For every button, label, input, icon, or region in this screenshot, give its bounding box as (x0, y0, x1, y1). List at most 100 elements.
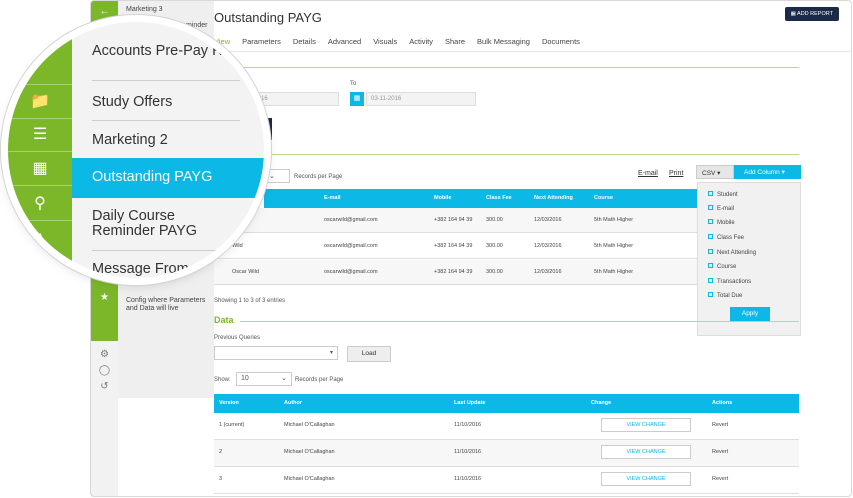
cell-version: 1 (current) (219, 422, 245, 428)
tab-visuals[interactable]: Visuals (373, 37, 397, 46)
checkbox-icon[interactable] (708, 278, 713, 283)
main-content: Outstanding PAYG ▦ ADD REPORT View Param… (214, 1, 851, 496)
add-column-button[interactable]: Add Column ▾ (734, 165, 801, 179)
option-label: Student (717, 192, 738, 198)
id-card-icon[interactable]: ▦ (28, 159, 52, 179)
apply-button[interactable]: Apply (730, 307, 770, 321)
divider (92, 80, 240, 81)
column-option[interactable]: Total Due (708, 292, 742, 299)
cell-mobile: +382 164 94 39 (434, 243, 473, 249)
star-icon[interactable]: ★ (91, 287, 118, 309)
showing-entries: Showing 1 to 3 of 3 entries (214, 298, 286, 304)
checkbox-icon[interactable] (708, 191, 713, 196)
cell-version: 3 (219, 476, 223, 482)
tabs-divider (214, 51, 851, 52)
records-select[interactable]: ⌄ (264, 169, 290, 183)
view-change-button[interactable]: VIEW CHANGE (601, 472, 691, 486)
previous-queries-select[interactable]: ▾ (214, 346, 338, 360)
data-section-title: Data (214, 315, 234, 325)
add-column-label: Add Column (744, 169, 780, 176)
column-option[interactable]: Mobile (708, 219, 735, 226)
back-arrow-icon[interactable]: ← (91, 1, 118, 23)
column-option[interactable]: Course (708, 263, 736, 270)
col-version[interactable]: Version (219, 400, 239, 406)
to-date-input[interactable]: 03-11-2016 (366, 92, 476, 106)
revert-link[interactable]: Revert (712, 422, 728, 428)
cell-course: 5th Math Higher (594, 243, 634, 249)
tab-activity[interactable]: Activity (409, 37, 433, 46)
mag-item-message-from[interactable]: Message From (92, 262, 189, 277)
checkbox-icon[interactable] (708, 292, 713, 297)
gear-icon[interactable]: ⚙ (91, 349, 118, 360)
table-row: Oscar Wild oscarwild@gmail.com +382 164 … (214, 260, 697, 285)
checkbox-icon[interactable] (708, 249, 713, 254)
mag-item-marketing-2[interactable]: Marketing 2 (92, 133, 168, 148)
tab-details[interactable]: Details (293, 37, 316, 46)
col-mobile[interactable]: Mobile (434, 195, 451, 201)
cell-email: oscarwild@gmail.com (324, 217, 378, 223)
column-option[interactable]: Next Attending (708, 249, 756, 256)
cell-author: Michael O'Callaghan (284, 476, 335, 482)
cell-fee: 300.00 (486, 269, 503, 275)
mag-item-daily-course-reminder[interactable]: Daily Course Reminder PAYG (92, 209, 232, 239)
calendar-icon[interactable]: ▦ (350, 92, 364, 106)
to-label: To (350, 81, 357, 87)
load-button[interactable]: Load (347, 346, 391, 362)
checkbox-icon[interactable] (708, 205, 713, 210)
tab-documents[interactable]: Documents (542, 37, 580, 46)
cell-course: 5th Math Higher (594, 269, 634, 275)
checkbox-icon[interactable] (708, 263, 713, 268)
tab-bulk-messaging[interactable]: Bulk Messaging (477, 37, 530, 46)
revert-link[interactable]: Revert (712, 476, 728, 482)
mag-item-study-offers[interactable]: Study Offers (92, 95, 172, 110)
folder-icon[interactable]: 📁 (28, 92, 52, 112)
col-last-update[interactable]: Last Update (454, 400, 485, 406)
column-option[interactable]: Class Fee (708, 234, 744, 241)
mag-item-accounts-prepay[interactable]: Accounts Pre-Pay Reminder (92, 44, 264, 59)
column-option[interactable]: E-mail (708, 205, 734, 212)
checkbox-icon[interactable] (708, 234, 713, 239)
column-option[interactable]: Student (708, 191, 738, 198)
col-next-attending[interactable]: Next Attending (534, 195, 573, 201)
results-divider (244, 154, 799, 155)
previous-queries-label: Previous Queries (214, 335, 261, 341)
logout-icon[interactable]: ↺ (91, 381, 118, 392)
map-pin-icon[interactable]: ⚲ (28, 194, 52, 214)
email-link[interactable]: E-mail (638, 170, 658, 177)
report-item-marketing-3[interactable]: Marketing 3 (126, 6, 210, 14)
table-row: 1 (current) Michael O'Callaghan 11/10/20… (214, 413, 799, 440)
graduation-icon[interactable]: ▲ (28, 228, 52, 248)
user-icon[interactable]: ◯ (91, 365, 118, 376)
tab-advanced[interactable]: Advanced (328, 37, 361, 46)
checkbox-icon[interactable] (708, 219, 713, 224)
csv-label: CSV (702, 170, 716, 177)
cell-author: Michael O'Callaghan (284, 422, 335, 428)
show-select[interactable]: 10 ⌄ (236, 372, 292, 386)
divider (8, 220, 72, 221)
col-actions[interactable]: Actions (712, 400, 732, 406)
run-button-edge[interactable] (262, 118, 272, 140)
col-author[interactable]: Author (284, 400, 302, 406)
column-option[interactable]: Transactions (708, 278, 751, 285)
cell-updated: 11/10/2016 (454, 422, 482, 428)
from-date-input[interactable]: 1-2016 (244, 92, 339, 106)
add-report-button[interactable]: ▦ ADD REPORT (784, 7, 839, 21)
col-email[interactable]: E-mail (324, 195, 341, 201)
print-link[interactable]: Print (669, 170, 683, 177)
mag-item-outstanding-payg[interactable]: Outstanding PAYG (92, 170, 212, 185)
view-change-button[interactable]: VIEW CHANGE (601, 418, 691, 432)
col-course[interactable]: Course (594, 195, 613, 201)
tab-share[interactable]: Share (445, 37, 465, 46)
revert-link[interactable]: Revert (712, 449, 728, 455)
view-change-button[interactable]: VIEW CHANGE (601, 445, 691, 459)
list-icon[interactable]: ☰ (28, 125, 52, 145)
col-class-fee[interactable]: Class Fee (486, 195, 512, 201)
table-row: Wild oscarwild@gmail.com +382 164 94 39 … (214, 234, 697, 259)
cell-next: 12/03/2016 (534, 269, 562, 275)
csv-select[interactable]: CSV ▾ (696, 165, 734, 179)
col-change[interactable]: Change (591, 400, 611, 406)
cell-name: Wild (232, 243, 243, 249)
cell-author: Michael O'Callaghan (284, 449, 335, 455)
divider (8, 84, 72, 85)
option-label: Transactions (717, 279, 752, 285)
